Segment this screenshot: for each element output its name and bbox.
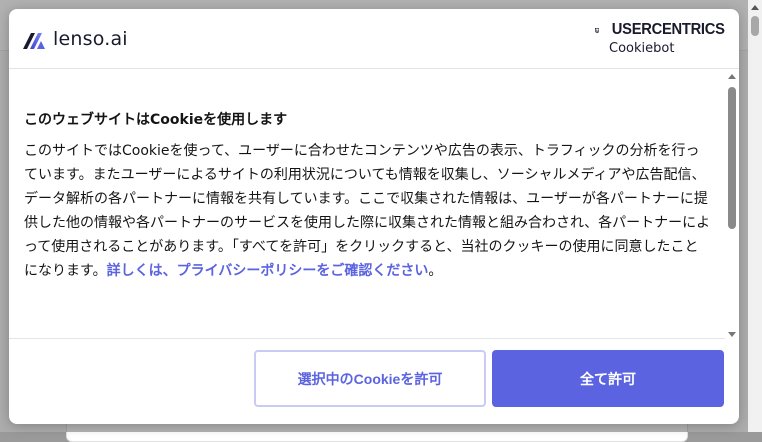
scroll-up-icon[interactable] xyxy=(728,74,736,79)
cookie-consent-dialog: lenso.ai USERCENTRICS Cookiebot このウェブサイト… xyxy=(9,9,739,424)
scroll-up-arrow-icon[interactable] xyxy=(751,5,759,10)
privacy-policy-link[interactable]: 詳しくは、プライバシーポリシーをご確認ください xyxy=(107,263,429,279)
dialog-scrollbar-thumb[interactable] xyxy=(728,87,736,229)
scroll-down-icon[interactable] xyxy=(728,332,736,337)
usercentrics-shield-icon xyxy=(595,27,600,33)
consent-link-suffix: 。 xyxy=(428,263,443,279)
consent-description: このサイトではCookieを使って、ユーザーに合わせたコンテンツや広告の表示、ト… xyxy=(24,139,712,283)
dialog-scrollbar[interactable] xyxy=(726,71,739,339)
consent-title: このウェブサイトはCookieを使用します xyxy=(24,112,288,128)
page-scrollbar[interactable] xyxy=(748,0,762,432)
brand-logo: lenso.ai xyxy=(23,27,128,51)
consent-body-text: このサイトではCookieを使って、ユーザーに合わせたコンテンツや広告の表示、ト… xyxy=(24,143,711,279)
allow-selection-button[interactable]: 選択中のCookieを許可 xyxy=(254,350,486,407)
dialog-header: lenso.ai USERCENTRICS Cookiebot xyxy=(9,9,739,69)
footer-divider xyxy=(9,338,725,339)
usercentrics-wordmark: USERCENTRICS xyxy=(612,21,725,38)
dialog-body[interactable]: このウェブサイトはCookieを使用します このサイトではCookieを使って、… xyxy=(9,69,725,337)
page-scrollbar-thumb[interactable] xyxy=(751,16,759,36)
usercentrics-logo[interactable]: USERCENTRICS Cookiebot xyxy=(595,21,725,57)
lenso-logo-icon xyxy=(23,33,45,49)
cookiebot-label: Cookiebot xyxy=(609,41,675,56)
allow-all-button[interactable]: 全て許可 xyxy=(492,350,724,407)
brand-name: lenso.ai xyxy=(53,28,128,50)
